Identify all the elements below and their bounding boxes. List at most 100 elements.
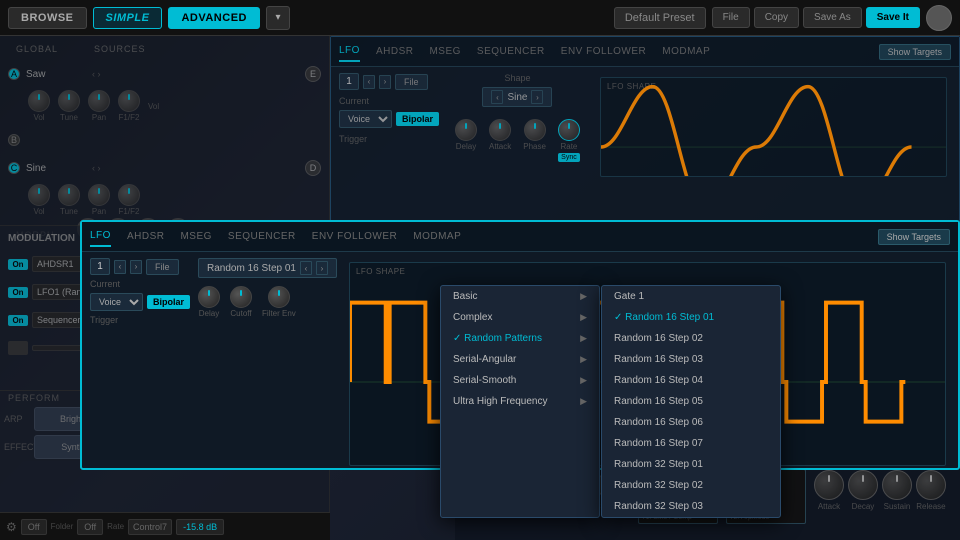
mod-on-2[interactable]: On bbox=[8, 287, 28, 298]
chevron-right-icon: ▶ bbox=[580, 354, 587, 365]
browse-button[interactable]: BROWSE bbox=[8, 7, 87, 29]
f1f2-knob-group: F1/F2 bbox=[118, 90, 140, 122]
pan-knob[interactable] bbox=[88, 90, 110, 112]
c-pan-knob[interactable] bbox=[88, 184, 110, 206]
save-button[interactable]: Save It bbox=[866, 7, 920, 28]
tab-envfollower-top[interactable]: ENV FOLLOWER bbox=[561, 42, 646, 61]
control7-select[interactable]: Control7 bbox=[128, 519, 172, 535]
dropdown-item-complex[interactable]: Complex ▶ bbox=[441, 307, 599, 328]
global-label: GLOBAL bbox=[8, 40, 66, 56]
advanced-button[interactable]: ADVANCED bbox=[168, 7, 260, 29]
mod-on-4[interactable] bbox=[8, 341, 28, 355]
cutoff-knob-main[interactable] bbox=[230, 286, 252, 308]
nav-dropdown[interactable]: ▾ bbox=[266, 6, 290, 30]
tune-knob[interactable] bbox=[58, 90, 80, 112]
dropdown-item-ultra-high[interactable]: Ultra High Frequency ▶ bbox=[441, 391, 599, 412]
shape-selector-top[interactable]: ‹ Sine › bbox=[482, 87, 552, 107]
attack-knob-top[interactable] bbox=[489, 119, 511, 141]
c-f1f2-knob[interactable] bbox=[118, 184, 140, 206]
tab-mseg-main[interactable]: MSEG bbox=[180, 227, 211, 246]
f1f2-knob[interactable] bbox=[118, 90, 140, 112]
phase-knob-top[interactable] bbox=[524, 119, 546, 141]
lfo-prev-main[interactable]: ‹ bbox=[114, 260, 126, 274]
delay-knob-main[interactable] bbox=[198, 286, 220, 308]
dropdown-item-random-patterns[interactable]: ✓ Random Patterns ▶ bbox=[441, 328, 599, 349]
dropdown-sub: Gate 1 ✓ Random 16 Step 01 Random 16 Ste… bbox=[601, 285, 781, 518]
folder-label: Folder bbox=[51, 522, 74, 531]
preset-selector-main[interactable]: Random 16 Step 01 ‹ › bbox=[198, 258, 337, 278]
simple-button[interactable]: SIMPLE bbox=[93, 7, 163, 29]
delay-label-top: Delay bbox=[456, 142, 476, 151]
lfo-file-main[interactable]: File bbox=[146, 259, 179, 275]
sources-label: SOURCES bbox=[86, 40, 154, 56]
sync-btn-top[interactable]: Sync bbox=[558, 153, 580, 162]
shape-next[interactable]: › bbox=[531, 90, 543, 104]
shape-prev[interactable]: ‹ bbox=[491, 90, 503, 104]
tune-label: Tune bbox=[60, 113, 78, 122]
voice-select-top[interactable]: Voice bbox=[339, 110, 392, 128]
show-targets-main[interactable]: Show Targets bbox=[878, 229, 950, 245]
tab-modmap-main[interactable]: MODMAP bbox=[413, 227, 461, 246]
sub-item-gate1[interactable]: Gate 1 bbox=[602, 286, 780, 307]
sub-item-random16-05[interactable]: Random 16 Step 05 bbox=[602, 391, 780, 412]
sub-item-random16-04[interactable]: Random 16 Step 04 bbox=[602, 370, 780, 391]
preset-display[interactable]: Default Preset bbox=[614, 7, 706, 29]
dropdown-item-basic[interactable]: Basic ▶ bbox=[441, 286, 599, 307]
copy-button[interactable]: Copy bbox=[754, 7, 799, 28]
rate-label-top: Rate bbox=[560, 142, 577, 151]
gear-icon[interactable]: ⚙ bbox=[6, 520, 17, 534]
file-button[interactable]: File bbox=[712, 7, 750, 28]
tab-ahdsr-main[interactable]: AHDSR bbox=[127, 227, 165, 246]
lfo-file-top[interactable]: File bbox=[395, 74, 428, 90]
bipolar-btn-main[interactable]: Bipolar bbox=[147, 295, 190, 309]
pan-knob-group: Pan bbox=[88, 90, 110, 122]
decay-knob-fx[interactable] bbox=[848, 470, 878, 500]
rate-knob-top[interactable] bbox=[558, 119, 580, 141]
tab-ahdsr-top[interactable]: AHDSR bbox=[376, 42, 414, 61]
dropdown-item-serial-smooth[interactable]: Serial-Smooth ▶ bbox=[441, 370, 599, 391]
tab-mseg-top[interactable]: MSEG bbox=[429, 42, 460, 61]
tab-envfollower-main[interactable]: ENV FOLLOWER bbox=[312, 227, 397, 246]
tab-modmap-top[interactable]: MODMAP bbox=[662, 42, 710, 61]
mod-on-1[interactable]: On bbox=[8, 259, 28, 270]
off-btn-2[interactable]: Off bbox=[77, 519, 103, 535]
tab-lfo-top[interactable]: LFO bbox=[339, 41, 360, 62]
sub-item-random32-03[interactable]: Random 32 Step 03 bbox=[602, 496, 780, 517]
voice-select-main[interactable]: Voice bbox=[90, 293, 143, 311]
source-a-toggle[interactable]: E bbox=[305, 66, 321, 82]
sub-item-random16-01[interactable]: ✓ Random 16 Step 01 bbox=[602, 307, 780, 328]
lfo-prev-top[interactable]: ‹ bbox=[363, 75, 375, 89]
mod-on-3[interactable]: On bbox=[8, 315, 28, 326]
sub-item-random16-06[interactable]: Random 16 Step 06 bbox=[602, 412, 780, 433]
bipolar-btn-top[interactable]: Bipolar bbox=[396, 112, 439, 126]
tab-sequencer-top[interactable]: SEQUENCER bbox=[477, 42, 545, 61]
perform-label: PERFORM bbox=[8, 393, 60, 403]
source-row-c: C Sine ‹ › D bbox=[0, 154, 329, 182]
sub-item-random32-02[interactable]: Random 32 Step 02 bbox=[602, 475, 780, 496]
delay-knob-top[interactable] bbox=[455, 119, 477, 141]
sub-item-random16-02[interactable]: Random 16 Step 02 bbox=[602, 328, 780, 349]
lfo-next-top[interactable]: › bbox=[379, 75, 391, 89]
filterenv-knob-main[interactable] bbox=[268, 286, 290, 308]
c-vol-knob[interactable] bbox=[28, 184, 50, 206]
attack-knob-fx[interactable] bbox=[814, 470, 844, 500]
release-knob-fx[interactable] bbox=[916, 470, 946, 500]
decay-label-fx: Decay bbox=[852, 502, 875, 511]
tab-sequencer-main[interactable]: SEQUENCER bbox=[228, 227, 296, 246]
shape-display-top: Shape ‹ Sine › Delay Attack Phase bbox=[447, 73, 588, 162]
show-targets-top[interactable]: Show Targets bbox=[879, 44, 951, 60]
sustain-knob-fx[interactable] bbox=[882, 470, 912, 500]
dropdown-item-serial-angular[interactable]: Serial-Angular ▶ bbox=[441, 349, 599, 370]
sub-item-random32-01[interactable]: Random 32 Step 01 bbox=[602, 454, 780, 475]
vol-knob[interactable] bbox=[28, 90, 50, 112]
off-btn-1[interactable]: Off bbox=[21, 519, 47, 535]
source-c-toggle[interactable]: D bbox=[305, 160, 321, 176]
c-tune-knob[interactable] bbox=[58, 184, 80, 206]
save-as-button[interactable]: Save As bbox=[803, 7, 862, 28]
tab-lfo-main[interactable]: LFO bbox=[90, 226, 111, 247]
rate-label: Rate bbox=[107, 522, 124, 531]
chevron-right-icon: ▶ bbox=[580, 333, 587, 344]
sub-item-random16-07[interactable]: Random 16 Step 07 bbox=[602, 433, 780, 454]
lfo-next-main[interactable]: › bbox=[130, 260, 142, 274]
sub-item-random16-03[interactable]: Random 16 Step 03 bbox=[602, 349, 780, 370]
